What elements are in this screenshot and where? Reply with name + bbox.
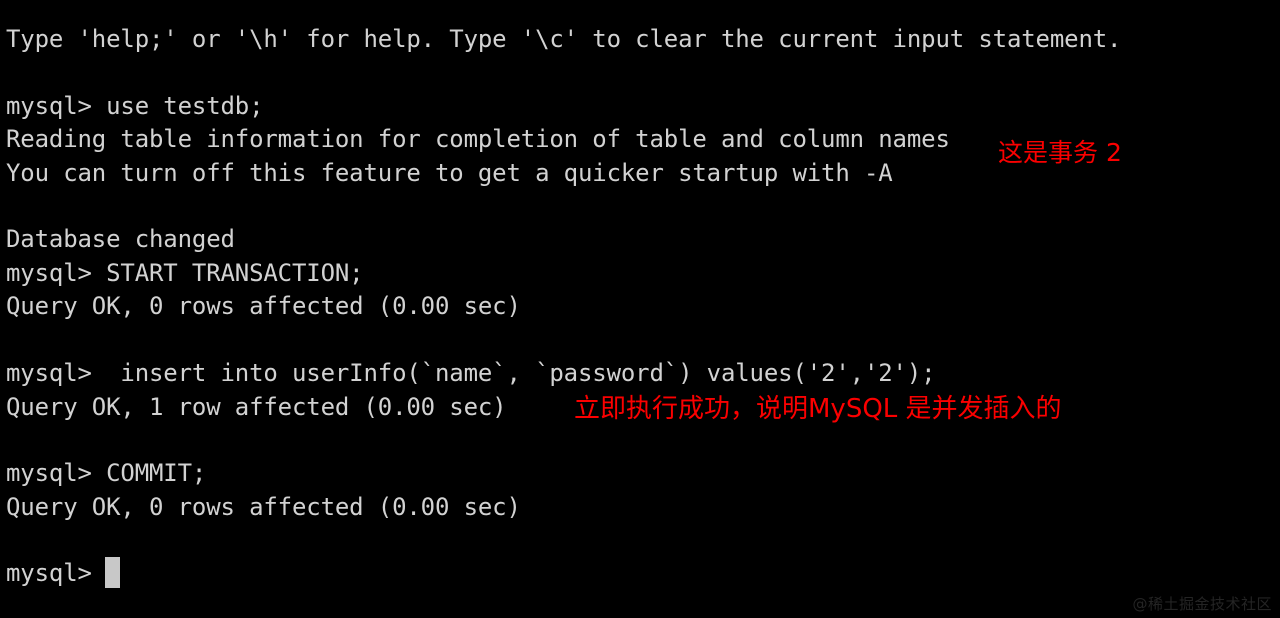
terminal-line: Reading table information for completion… [6, 125, 950, 153]
terminal-window[interactable]: Type 'help;' or '\h' for help. Type '\c'… [0, 0, 1280, 618]
terminal-line: mysql> use testdb; [6, 92, 264, 120]
terminal-line: You can turn off this feature to get a q… [6, 159, 893, 187]
terminal-line: Query OK, 0 rows affected (0.00 sec) [6, 493, 521, 521]
terminal-line: Database changed [6, 225, 235, 253]
annotation-concurrent-insert-label: 立即执行成功，说明MySQL 是并发插入的 [574, 394, 1062, 424]
terminal-line: Type 'help;' or '\h' for help. Type '\c'… [6, 25, 1122, 53]
terminal-line: mysql> START TRANSACTION; [6, 259, 364, 287]
terminal-line: Query OK, 0 rows affected (0.00 sec) [6, 292, 521, 320]
watermark: @稀土掘金技术社区 [1132, 595, 1272, 613]
annotation-transaction-label: 这是事务 2 [998, 138, 1122, 167]
terminal-line: mysql> insert into userInfo(`name`, `pas… [6, 359, 936, 387]
terminal-prompt-line: mysql> [6, 559, 107, 587]
terminal-line: Query OK, 1 row affected (0.00 sec) [6, 393, 507, 421]
terminal-cursor [105, 557, 120, 588]
terminal-line: mysql> COMMIT; [6, 459, 207, 487]
